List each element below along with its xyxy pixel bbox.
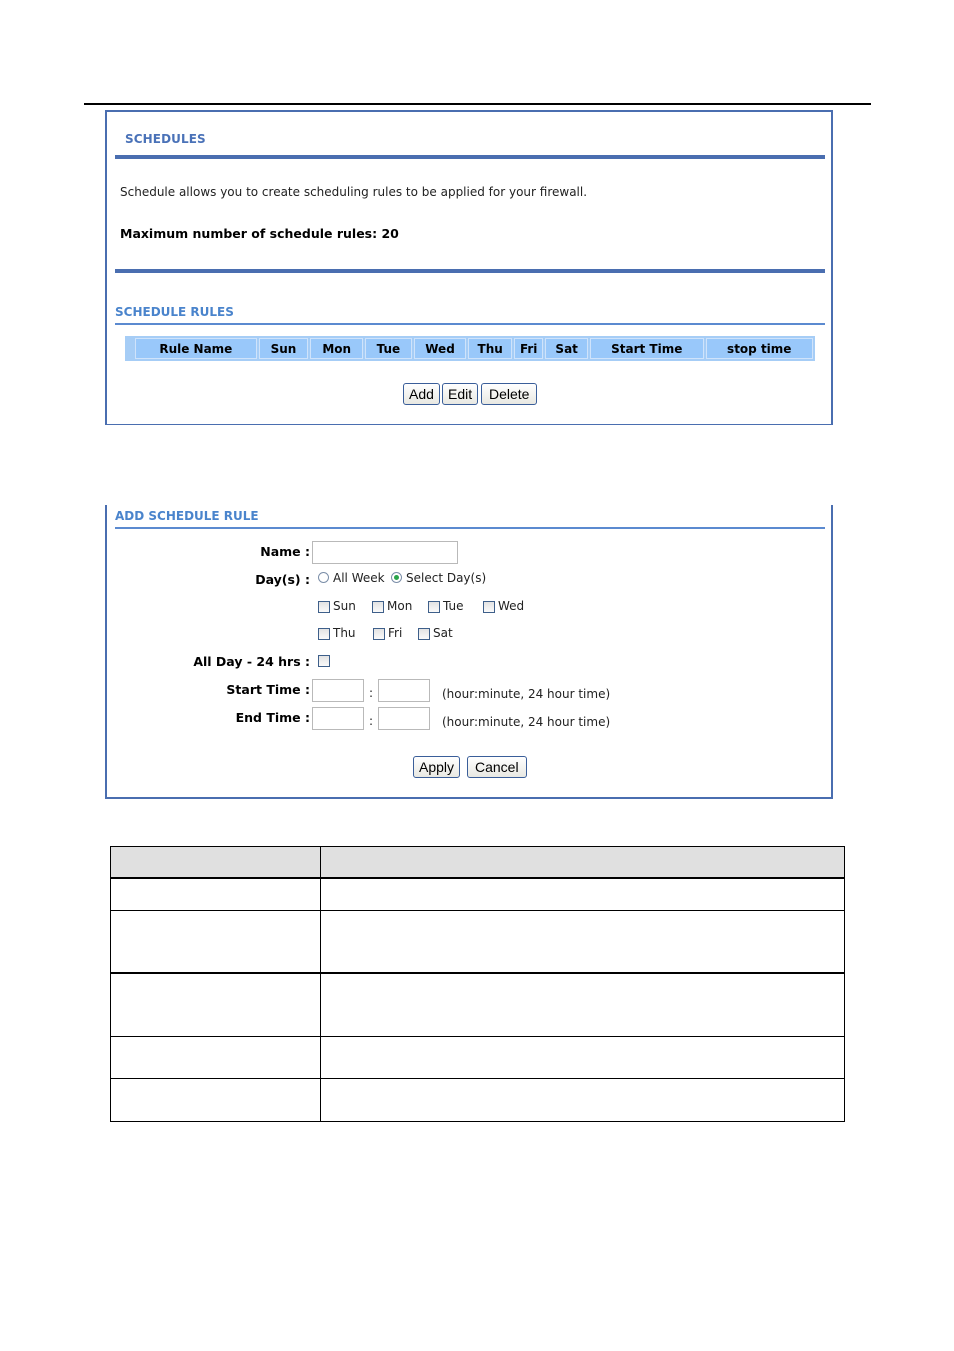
table-cell <box>320 972 845 1037</box>
table-row <box>110 1077 845 1122</box>
col-stop-time: stop time <box>705 338 813 359</box>
sun-checkbox[interactable] <box>318 601 330 613</box>
table-row <box>110 972 845 1037</box>
wed-label: Wed <box>498 599 525 613</box>
col-tue: Tue <box>365 338 412 359</box>
col-wed: Wed <box>413 338 467 359</box>
table-cell <box>320 909 845 974</box>
edit-button[interactable]: Edit <box>442 383 479 405</box>
add-schedule-rule-title: ADD SCHEDULE RULE <box>115 509 259 523</box>
mon-label: Mon <box>387 599 413 613</box>
col-start-time: Start Time <box>589 338 704 359</box>
thu-label: Thu <box>333 626 356 640</box>
apply-button[interactable]: Apply <box>413 756 461 778</box>
table-row <box>110 909 845 974</box>
start-time-label: Start Time : <box>226 682 310 697</box>
page-top-rule <box>84 103 871 105</box>
select-days-label: Select Day(s) <box>406 571 487 585</box>
fri-checkbox[interactable] <box>373 628 385 640</box>
add-schedule-rule-panel: ADD SCHEDULE RULE Name : Day(s) : All We… <box>105 505 833 799</box>
col-fri: Fri <box>513 338 544 359</box>
table-cell <box>110 972 321 1037</box>
title-divider <box>115 155 825 159</box>
tue-label: Tue <box>443 599 464 613</box>
select-days-radio[interactable] <box>391 572 402 583</box>
all-day-checkbox[interactable] <box>318 655 330 667</box>
schedule-rules-table: Rule Name Sun Mon Tue Wed Thu Fri Sat St… <box>125 336 815 361</box>
sat-checkbox[interactable] <box>418 628 430 640</box>
table-header-row: Rule Name Sun Mon Tue Wed Thu Fri Sat St… <box>135 338 813 359</box>
description-table <box>110 846 845 1122</box>
all-day-label: All Day - 24 hrs : <box>193 654 310 669</box>
name-label: Name : <box>260 544 310 559</box>
days-label: Day(s) : <box>255 572 310 587</box>
end-time-hint: (hour:minute, 24 hour time) <box>442 715 611 729</box>
thu-checkbox[interactable] <box>318 628 330 640</box>
start-time-separator: : <box>369 686 374 700</box>
header-cell <box>320 846 845 879</box>
table-cell <box>110 909 321 974</box>
end-time-separator: : <box>369 714 374 728</box>
add-button[interactable]: Add <box>403 383 440 405</box>
end-hour-input[interactable] <box>312 707 364 730</box>
all-week-label: All Week <box>333 571 385 585</box>
start-hour-input[interactable] <box>312 679 364 702</box>
sat-label: Sat <box>433 626 453 640</box>
add-rule-divider <box>115 527 825 529</box>
col-thu: Thu <box>468 338 512 359</box>
schedules-title: SCHEDULES <box>125 132 206 146</box>
fri-label: Fri <box>388 626 403 640</box>
start-time-hint: (hour:minute, 24 hour time) <box>442 687 611 701</box>
table-cell <box>110 877 321 911</box>
table-cell <box>320 877 845 911</box>
col-rule-name: Rule Name <box>135 338 257 359</box>
section-divider <box>115 269 825 273</box>
col-sat: Sat <box>545 338 588 359</box>
cancel-button[interactable]: Cancel <box>467 756 527 778</box>
table-cell <box>320 1077 845 1122</box>
col-mon: Mon <box>310 338 364 359</box>
end-minute-input[interactable] <box>378 707 430 730</box>
header-cell <box>110 846 321 879</box>
table-cell <box>110 1035 321 1079</box>
schedules-panel: SCHEDULES Schedule allows you to create … <box>105 110 833 425</box>
all-week-radio[interactable] <box>318 572 329 583</box>
delete-button[interactable]: Delete <box>481 383 538 405</box>
table-row <box>110 877 845 911</box>
schedules-description: Schedule allows you to create scheduling… <box>120 185 588 199</box>
schedule-rules-divider <box>115 323 825 325</box>
name-input[interactable] <box>312 541 458 564</box>
col-sun: Sun <box>258 338 309 359</box>
sun-label: Sun <box>333 599 356 613</box>
table-cell <box>110 1077 321 1122</box>
table-row <box>110 1035 845 1079</box>
max-rules-text: Maximum number of schedule rules: 20 <box>120 226 399 241</box>
mon-checkbox[interactable] <box>372 601 384 613</box>
wed-checkbox[interactable] <box>483 601 495 613</box>
tue-checkbox[interactable] <box>428 601 440 613</box>
end-time-label: End Time : <box>235 710 310 725</box>
table-header-row <box>110 846 845 879</box>
schedule-rules-title: SCHEDULE RULES <box>115 305 234 319</box>
table-cell <box>320 1035 845 1079</box>
start-minute-input[interactable] <box>378 679 430 702</box>
